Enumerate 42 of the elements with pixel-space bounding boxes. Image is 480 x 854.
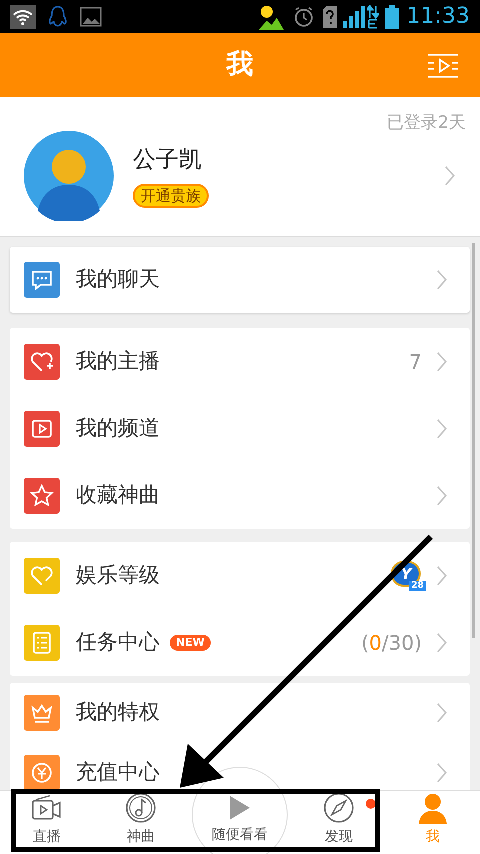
- chevron-right-icon: [436, 269, 448, 291]
- chevron-right-icon: [436, 762, 448, 784]
- battery-icon: [384, 4, 399, 28]
- new-tag: NEW: [170, 634, 211, 650]
- menu-item-label[interactable]: 我的聊天: [76, 264, 160, 296]
- chevron-right-icon: [444, 164, 456, 186]
- user-name: 公子凯: [133, 146, 202, 176]
- chevron-right-icon: [436, 632, 448, 654]
- menu-item-label[interactable]: 任务中心: [76, 626, 160, 658]
- compass-icon: [323, 792, 355, 824]
- sim-card-icon: [322, 6, 337, 28]
- clock-text: 11:33: [406, 3, 470, 31]
- progress-count: (0/30): [361, 630, 422, 656]
- penguin-icon: [48, 4, 68, 28]
- menu-item-label[interactable]: 娱乐等级: [76, 560, 160, 592]
- alarm-icon: [292, 6, 315, 28]
- chevron-right-icon: [436, 702, 448, 724]
- chevron-right-icon: [436, 484, 448, 506]
- person-icon: [417, 792, 449, 824]
- image-icon: [80, 6, 102, 28]
- play-icon: [228, 794, 252, 822]
- wifi-icon: [10, 4, 36, 28]
- page-title: 我: [226, 48, 254, 82]
- chevron-right-icon: [436, 564, 448, 586]
- nav-tab[interactable]: 发现: [292, 791, 386, 854]
- signal-icon: [342, 6, 365, 28]
- nav-tab[interactable]: 直播: [0, 791, 94, 854]
- music-note-icon: [125, 792, 157, 824]
- menu-item-label[interactable]: 我的特权: [76, 697, 160, 729]
- nav-tab[interactable]: 神曲: [94, 791, 188, 854]
- login-days-text: 已登录2天: [387, 112, 466, 135]
- menu-item-label[interactable]: 充值中心: [76, 757, 160, 789]
- menu-item-label[interactable]: 收藏神曲: [76, 480, 160, 512]
- count-text: 7: [409, 348, 422, 376]
- data-arrows-icon: [366, 4, 379, 28]
- chevron-right-icon: [436, 418, 448, 440]
- chevron-right-icon: [436, 350, 448, 372]
- menu-item-label[interactable]: 我的主播: [76, 346, 160, 378]
- menu-item-label[interactable]: 我的频道: [76, 412, 160, 444]
- playlist-icon[interactable]: [428, 54, 458, 78]
- profile-card[interactable]: 已登录2天 公子凯 开通贵族: [0, 97, 480, 237]
- vip-button[interactable]: 开通贵族: [133, 184, 209, 208]
